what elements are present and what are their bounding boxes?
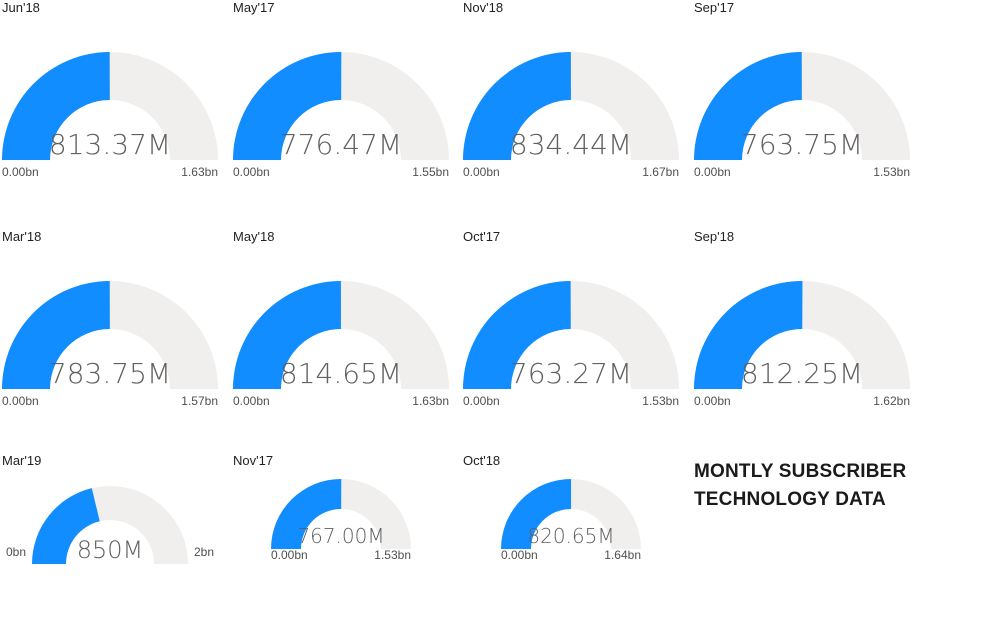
gauge-min-label: 0.00bn [694,165,731,179]
gauge-svg: 763.75M 0.00bn 1.53bn [694,52,910,179]
gauge-value: 834.44M [510,128,632,161]
gauge-max-label: 1.67bn [642,165,679,179]
gauge-min-label: 0.00bn [2,165,39,179]
gauge-min-label: 0.00bn [694,394,731,408]
gauge-max-label: 1.53bn [374,548,411,562]
gauge-max-label: 1.62bn [873,394,910,408]
gauge-svg: 763.27M 0.00bn 1.53bn [463,281,679,408]
gauge-min-label: 0.00bn [233,165,270,179]
dashboard-title: MONTLY SUBSCRIBER TECHNOLOGY DATA [694,458,906,514]
gauge-card: Jun'18 813.37M 0.00bn 1.63bn [2,0,227,190]
gauge-value: 812.25M [741,357,863,390]
gauge-max-label: 1.64bn [604,548,641,562]
gauge-value: 783.75M [49,357,171,390]
gauge-value: 850M [77,536,144,564]
gauge-card: Oct'17 763.27M 0.00bn 1.53bn [463,229,688,419]
gauge-card: Nov'17 767.00M 0.00bn 1.53bn [233,453,458,643]
gauge-min-label: 0.00bn [501,548,538,562]
gauge-card: May'18 814.65M 0.00bn 1.63bn [233,229,458,419]
gauge-value: 763.75M [741,128,863,161]
gauge-card: May'17 776.47M 0.00bn 1.55bn [233,0,458,190]
gauge-max-label: 1.53bn [873,165,910,179]
gauge-svg: 820.65M0.00bn 1.64bn [501,479,641,562]
gauge-min-label: 0.00bn [463,165,500,179]
gauge-min-label: 0.00bn [233,394,270,408]
gauge-svg: 767.00M0.00bn 1.53bn [271,479,411,562]
gauge-svg: 776.47M 0.00bn 1.55bn [233,51,449,179]
gauge-svg: 813.37M 0.00bn 1.63bn [2,52,218,179]
gauge-value: 814.65M [280,357,402,390]
dashboard-title-line-2: TECHNOLOGY DATA [694,489,886,510]
gauge-svg: 814.65M 0.00bn 1.63bn [233,281,449,408]
gauge-min-label: 0.00bn [2,394,39,408]
gauge-max-label: 1.55bn [412,165,449,179]
gauge-card: Nov'18 834.44M 0.00bn 1.67bn [463,0,688,190]
gauge-min-label: 0bn [6,545,26,559]
gauge-svg: 812.25M 0.00bn 1.62bn [694,281,910,408]
dashboard-title-line-1: MONTLY SUBSCRIBER [694,461,907,482]
gauge-min-label: 0.00bn [271,548,308,562]
gauge-svg: 834.44M 0.00bn 1.67bn [463,52,679,179]
gauge-max-label: 2bn [194,545,214,559]
gauge-max-label: 1.57bn [181,394,218,408]
gauge-card: Oct'18 820.65M 0.00bn 1.64bn [463,453,688,643]
gauge-value: 813.37M [49,128,171,161]
gauge-card: Mar'18 783.75M 0.00bn 1.57bn [2,229,227,419]
gauge-card: Sep'17 763.75M 0.00bn 1.53bn [694,0,919,190]
gauge-value: 820.65M [527,524,614,548]
gauge-card: Mar'19 850M 0bn 2bn [2,453,227,643]
gauge-value: 763.27M [510,357,632,390]
gauge-max-label: 1.63bn [412,394,449,408]
gauge-value: 776.47M [280,128,402,161]
gauge-min-label: 0.00bn [463,394,500,408]
gauge-card: Sep'18 812.25M 0.00bn 1.62bn [694,229,919,419]
gauge-max-label: 1.63bn [181,165,218,179]
gauge-svg: 783.75M 0.00bn 1.57bn [2,281,218,408]
gauge-max-label: 1.53bn [642,394,679,408]
gauge-svg: 850M 0bn 2bn [6,486,214,564]
gauge-value: 767.00M [297,524,384,548]
